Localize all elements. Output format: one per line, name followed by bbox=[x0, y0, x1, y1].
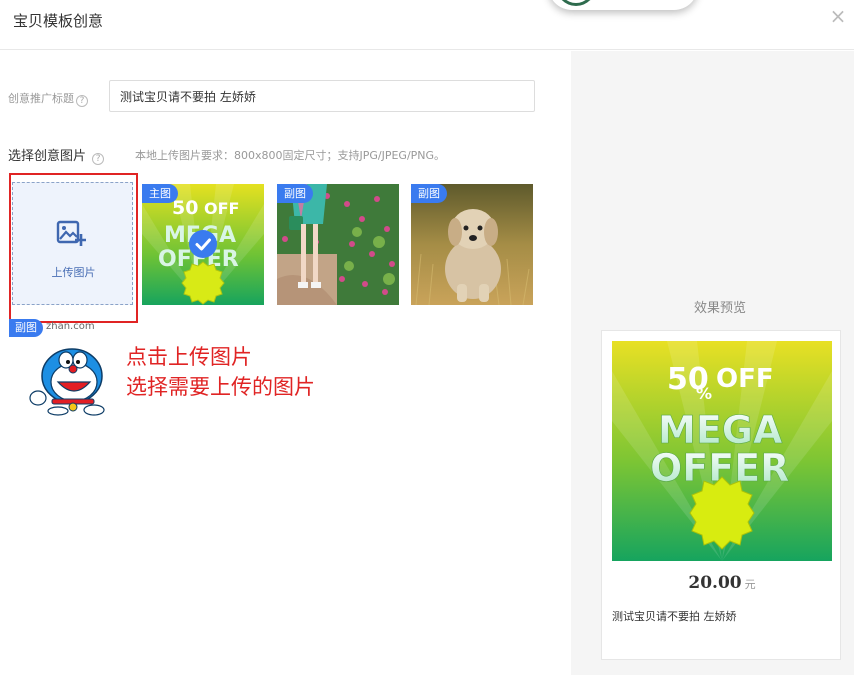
close-icon[interactable]: × bbox=[829, 6, 847, 26]
preview-label: 效果预览 bbox=[693, 301, 746, 316]
extra-item-tag: 副图 bbox=[9, 319, 43, 337]
preview-panel: 效果预览 50 % OFF MEGA OFFER 20.00 元 测试宝贝请不要… bbox=[571, 51, 854, 675]
promo-off-text: OFF bbox=[204, 199, 239, 218]
instruction-line-2: 选择需要上传的图片 bbox=[126, 375, 315, 399]
upload-requirements-hint: 本地上传图片要求：800x800固定尺寸；支持JPG/JPEG/PNG。 bbox=[135, 149, 446, 162]
help-icon[interactable]: ? bbox=[92, 153, 105, 165]
instruction-annotation: 点击上传图片 选择需要上传的图片 bbox=[126, 342, 315, 402]
preview-price-unit: 元 bbox=[744, 578, 756, 591]
promo-discount-text: 50 bbox=[172, 197, 198, 219]
dialog-title: 宝贝模板创意 bbox=[13, 12, 104, 30]
preview-percent-text: % bbox=[696, 384, 712, 403]
preview-card: 50 % OFF MEGA OFFER 20.00 元 测试宝贝请不要拍 左娇娇 bbox=[601, 330, 841, 660]
upload-image-button[interactable]: 上传图片 bbox=[12, 182, 133, 305]
form-panel: 创意推广标题? 选择创意图片 ? 本地上传图片要求：800x800固定尺寸；支持… bbox=[0, 51, 571, 675]
preview-title: 测试宝贝请不要拍 左娇娇 bbox=[612, 610, 737, 623]
watermark-text: zhan.com bbox=[46, 321, 95, 332]
title-input[interactable] bbox=[109, 80, 535, 112]
preview-price: 20.00 元 bbox=[602, 573, 842, 593]
image-section-label-text: 选择创意图片 bbox=[8, 149, 87, 164]
title-field-label-text: 创意推广标题 bbox=[8, 92, 74, 105]
thumbnail-tag: 副图 bbox=[277, 184, 313, 203]
mega-offer-preview-image: 50 % OFF MEGA OFFER bbox=[612, 341, 832, 561]
preview-price-value: 20.00 bbox=[688, 573, 742, 593]
floating-widget[interactable] bbox=[548, 0, 698, 10]
thumbnail-main-image[interactable]: 主图 50 OFF MEGA OFFER bbox=[142, 184, 264, 305]
upload-image-label: 上传图片 bbox=[51, 266, 96, 279]
widget-ring bbox=[556, 0, 596, 6]
thumbnail-sub-image-2[interactable]: 副图 bbox=[411, 184, 533, 305]
thumbnail-tag: 主图 bbox=[142, 184, 178, 203]
image-section-label: 选择创意图片 ? bbox=[8, 145, 105, 165]
thumbnail-tag: 副图 bbox=[411, 184, 447, 203]
thumbnail-sub-image-1[interactable]: 副图 bbox=[277, 184, 399, 305]
title-field-label: 创意推广标题? bbox=[8, 90, 88, 107]
selected-check-icon bbox=[189, 230, 217, 258]
preview-off-text: OFF bbox=[716, 364, 774, 394]
preview-image: 50 % OFF MEGA OFFER bbox=[612, 341, 832, 561]
doraemon-image[interactable] bbox=[28, 336, 112, 416]
image-add-icon bbox=[56, 220, 86, 246]
help-icon[interactable]: ? bbox=[76, 95, 88, 107]
instruction-line-1: 点击上传图片 bbox=[126, 345, 252, 369]
dialog-header: 宝贝模板创意 × bbox=[0, 0, 854, 50]
